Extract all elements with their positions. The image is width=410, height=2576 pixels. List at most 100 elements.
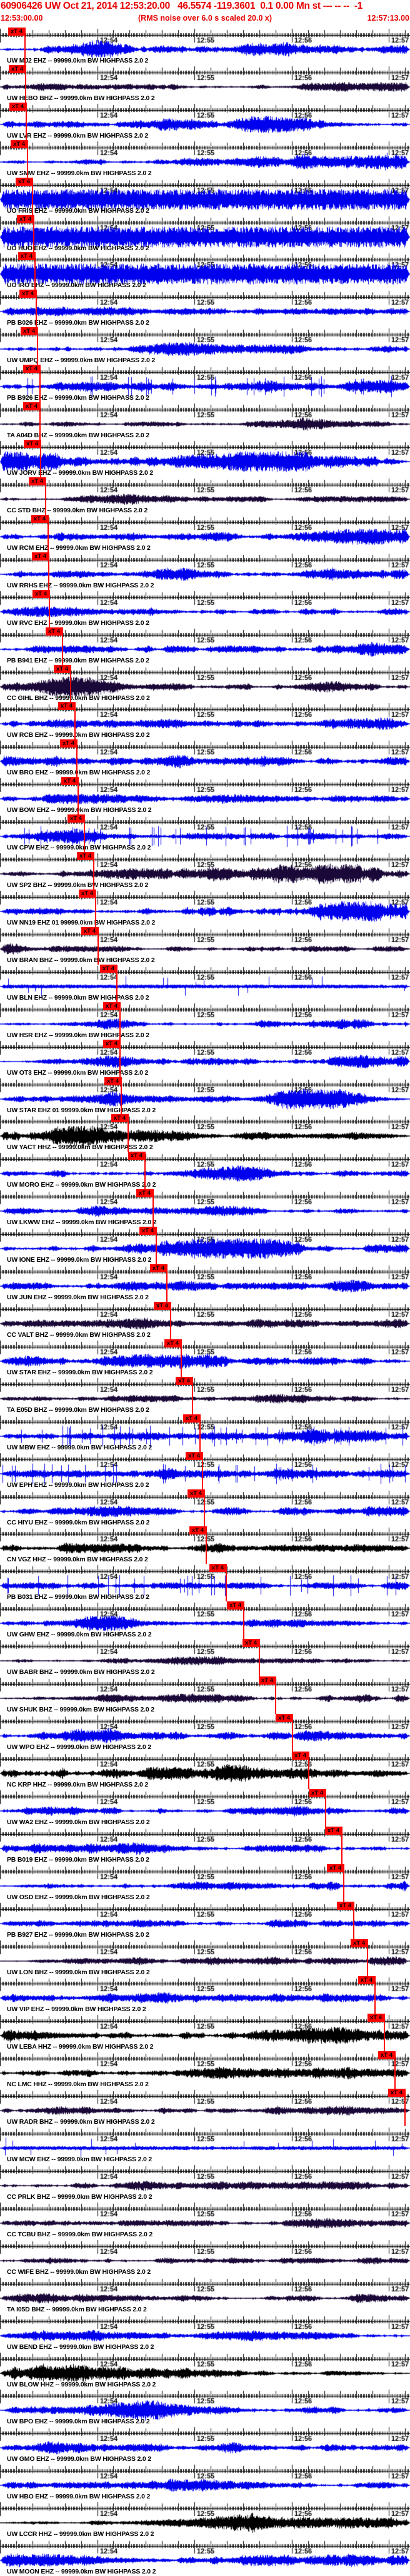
trace-row[interactable]: xT 4 UW OT3 EHZ -- 99999.0km BW HIGHPASS … bbox=[0, 1039, 410, 1077]
pick-flag-badge[interactable]: xT 4 bbox=[164, 1339, 181, 1347]
trace-row[interactable]: xT 4 UW MJ2 EHZ -- 99999.0km BW HIGHPASS … bbox=[0, 28, 410, 65]
pick-flag-badge[interactable]: xT 4 bbox=[24, 440, 41, 449]
pick-flag-badge[interactable]: xT 4 bbox=[79, 889, 96, 898]
pick-flag-badge[interactable]: xT 4 bbox=[8, 28, 25, 36]
pick-flag-badge[interactable]: xT 4 bbox=[16, 177, 32, 186]
pick-flag-badge[interactable]: xT 4 bbox=[325, 1826, 342, 1835]
pick-flag-badge[interactable]: xT 4 bbox=[368, 2014, 384, 2022]
pick-flag-badge[interactable]: xT 4 bbox=[17, 215, 34, 223]
trace-row[interactable]: xT 4 UW SHUK BHZ -- 99999.0km BW HIGHPASS… bbox=[0, 1676, 410, 1715]
pick-flag-badge[interactable]: xT 4 bbox=[139, 1227, 156, 1235]
trace-row[interactable]: UW GMO EHZ -- 99999.0km BW HIGHPASS 2.0 … bbox=[0, 2426, 410, 2464]
trace-row[interactable]: UW MOON EHZ -- 99999.0km BW HIGHPASS 2.0… bbox=[0, 2538, 410, 2576]
pick-flag-badge[interactable]: xT 4 bbox=[11, 139, 28, 148]
trace-row[interactable]: xT 4 PB B026 EHZ -- 99999.0km BW HIGHPASS… bbox=[0, 290, 410, 328]
trace-row[interactable]: TA I05D BHZ -- 99999.0km BW HIGHPASS 2.0… bbox=[0, 2276, 410, 2314]
pick-flag-badge[interactable]: xT 4 bbox=[150, 1264, 167, 1273]
pick-flag-badge[interactable]: xT 4 bbox=[32, 589, 49, 598]
pick-flag-badge[interactable]: xT 4 bbox=[60, 739, 77, 748]
trace-row[interactable]: UW BEND EHZ -- 99999.0km BW HIGHPASS 2.0… bbox=[0, 2313, 410, 2351]
trace-row[interactable]: xT 4 UW STAR EHZ -- 99999.0km BW HIGHPASS… bbox=[0, 1339, 410, 1377]
trace-row[interactable]: UW MCW EHZ -- 99999.0km BW HIGHPASS 2.0 … bbox=[0, 2126, 410, 2164]
trace-row[interactable]: xT 4 PB B927 EHZ -- 99999.0km BW HIGHPASS… bbox=[0, 1901, 410, 1939]
trace-row[interactable]: xT 4 NC KRP HHZ -- 99999.0km BW HIGHPASS … bbox=[0, 1751, 410, 1789]
pick-flag-badge[interactable]: xT 4 bbox=[103, 1001, 120, 1010]
pick-flag-badge[interactable]: xT 4 bbox=[309, 1788, 326, 1797]
pick-flag-badge[interactable]: xT 4 bbox=[209, 1564, 226, 1573]
trace-row[interactable]: xT 4 UW LVR EHZ -- 99999.0km BW HIGHPASS … bbox=[0, 102, 410, 140]
pick-flag-badge[interactable]: xT 4 bbox=[104, 1077, 121, 1085]
trace-row[interactable]: xT 4 CC GIHL BHZ -- 99999.0km BW HIGHPASS… bbox=[0, 664, 410, 702]
trace-row[interactable]: xT 4 UW BRAN BHZ -- 99999.0km BW HIGHPASS… bbox=[0, 926, 410, 965]
pick-flag-badge[interactable]: xT 4 bbox=[227, 1601, 244, 1610]
trace-row[interactable]: xT 4 UW GHW EHZ -- 99999.0km BW HIGHPASS … bbox=[0, 1601, 410, 1640]
trace-row[interactable]: xT 4 UW LKWW EHZ -- 99999.0km BW HIGHPASS… bbox=[0, 1189, 410, 1227]
trace-row[interactable]: xT 4 TA E05D BHZ -- 99999.0km BW HIGHPASS… bbox=[0, 1376, 410, 1414]
trace-row[interactable]: UW HBO EHZ -- 99999.0km BW HIGHPASS 2.0 … bbox=[0, 2463, 410, 2502]
trace-row[interactable]: xT 4 UW UMPQ EHZ -- 99999.0km BW HIGHPASS… bbox=[0, 327, 410, 365]
pick-flag-badge[interactable]: xT 4 bbox=[337, 1901, 354, 1910]
trace-row[interactable]: xT 4 PB B031 EHZ -- 99999.0km BW HIGHPASS… bbox=[0, 1564, 410, 1602]
trace-row[interactable]: CC WIFE BHZ -- 99999.0km BW HIGHPASS 2.0… bbox=[0, 2238, 410, 2276]
trace-row[interactable]: xT 4 PB B019 EHZ -- 99999.0km BW HIGHPASS… bbox=[0, 1826, 410, 1864]
pick-flag-badge[interactable]: xT 4 bbox=[32, 552, 49, 560]
trace-row[interactable]: xT 4 CC HIYU EHZ -- 99999.0km BW HIGHPASS… bbox=[0, 1489, 410, 1527]
trace-row[interactable]: xT 4 UW RCB EHZ -- 99999.0km BW HIGHPASS … bbox=[0, 702, 410, 740]
trace-row[interactable]: xT 4 UW WA2 EHZ -- 99999.0km BW HIGHPASS … bbox=[0, 1788, 410, 1827]
pick-flag-badge[interactable]: xT 4 bbox=[9, 102, 26, 111]
trace-row[interactable]: xT 4 UO IRO EHZ -- 99999.0km BW HIGHPASS … bbox=[0, 252, 410, 290]
pick-flag-badge[interactable]: xT 4 bbox=[276, 1714, 292, 1723]
trace-row[interactable]: xT 4 CC VALT BHZ -- 99999.0km BW HIGHPASS… bbox=[0, 1302, 410, 1339]
trace-row[interactable]: xT 4 UW STAR EHZ 01 99999.0km BW HIGHPASS… bbox=[0, 1077, 410, 1115]
trace-row[interactable]: xT 4 UW MBW EHZ -- 99999.0km BW HIGHPASS … bbox=[0, 1414, 410, 1452]
pick-flag-badge[interactable]: xT 4 bbox=[23, 365, 40, 373]
trace-row[interactable]: xT 4 TA A04D BHZ -- 99999.0km BW HIGHPASS… bbox=[0, 402, 410, 440]
pick-flag-badge[interactable]: xT 4 bbox=[154, 1302, 171, 1310]
trace-row[interactable]: xT 4 UW IONE EHZ -- 99999.0km BW HIGHPASS… bbox=[0, 1227, 410, 1265]
pick-flag-badge[interactable]: xT 4 bbox=[31, 514, 48, 523]
pick-flag-badge[interactable]: xT 4 bbox=[46, 627, 62, 636]
trace-row[interactable]: xT 4 UW BLN EHZ -- 99999.0km BW HIGHPASS … bbox=[0, 964, 410, 1002]
trace-row[interactable]: xT 4 UW YACT HHZ -- 99999.0km BW HIGHPASS… bbox=[0, 1114, 410, 1152]
pick-flag-badge[interactable]: xT 4 bbox=[68, 814, 84, 823]
pick-flag-badge[interactable]: xT 4 bbox=[54, 664, 71, 673]
trace-row[interactable]: xT 4 CN VGZ HHZ -- 99999.0km BW HIGHPASS … bbox=[0, 1526, 410, 1564]
trace-row[interactable]: xT 4 UO HUO EHZ -- 99999.0km BW HIGHPASS … bbox=[0, 215, 410, 253]
pick-flag-badge[interactable]: xT 4 bbox=[388, 2089, 405, 2097]
trace-row[interactable]: xT 4 UO FRIS EHZ -- 99999.0km BW HIGHPASS… bbox=[0, 177, 410, 215]
trace-row[interactable]: xT 4 UW VIP EHZ -- 99999.0km BW HIGHPASS … bbox=[0, 1976, 410, 2014]
pick-flag-badge[interactable]: xT 4 bbox=[19, 290, 36, 298]
pick-flag-badge[interactable]: xT 4 bbox=[136, 1189, 153, 1198]
pick-flag-badge[interactable]: xT 4 bbox=[111, 1114, 128, 1123]
pick-flag-badge[interactable]: xT 4 bbox=[188, 1489, 204, 1498]
trace-row[interactable]: xT 4 UW EPH EHZ -- 99999.0km BW HIGHPASS … bbox=[0, 1451, 410, 1489]
pick-flag-badge[interactable]: xT 4 bbox=[242, 1639, 259, 1648]
trace-row[interactable]: xT 4 UW RCM EHZ -- 99999.0km BW HIGHPASS … bbox=[0, 514, 410, 552]
pick-flag-badge[interactable]: xT 4 bbox=[21, 327, 38, 336]
trace-row[interactable]: xT 4 UW WPO EHZ -- 99999.0km BW HIGHPASS … bbox=[0, 1714, 410, 1752]
trace-row[interactable]: xT 4 UW RVC EHZ -- 99999.0km BW HIGHPASS … bbox=[0, 589, 410, 627]
trace-row[interactable]: xT 4 UW JORV EHZ -- 99999.0km BW HIGHPASS… bbox=[0, 440, 410, 478]
trace-row[interactable]: xT 4 UW RRHS EHZ -- 99999.0km BW HIGHPASS… bbox=[0, 552, 410, 590]
trace-row[interactable]: xT 4 UW SP2 BHZ -- 99999.0km BW HIGHPASS … bbox=[0, 852, 410, 890]
trace-row[interactable]: xT 4 PB B926 EHZ -- 99999.0km BW HIGHPASS… bbox=[0, 365, 410, 403]
pick-flag-badge[interactable]: xT 4 bbox=[29, 477, 46, 485]
trace-row[interactable]: UW LCCR HHZ -- 99999.0km BW HIGHPASS 2.0… bbox=[0, 2501, 410, 2539]
trace-row[interactable]: xT 4 UW BRO EHZ -- 99999.0km BW HIGHPASS … bbox=[0, 739, 410, 778]
trace-row[interactable]: xT 4 UW HSR EHZ -- 99999.0km BW HIGHPASS … bbox=[0, 1001, 410, 1040]
trace-row[interactable]: xT 4 CC STD BHZ -- 99999.0km BW HIGHPASS … bbox=[0, 477, 410, 515]
pick-flag-badge[interactable]: xT 4 bbox=[259, 1676, 276, 1685]
pick-flag-badge[interactable]: xT 4 bbox=[189, 1526, 206, 1535]
trace-row[interactable]: xT 4 UW CPW EHZ -- 99999.0km BW HIGHPASS … bbox=[0, 814, 410, 853]
pick-flag-badge[interactable]: xT 4 bbox=[358, 1976, 375, 1985]
trace-row[interactable]: UW BPO EHZ -- 99999.0km BW HIGHPASS 2.0 … bbox=[0, 2388, 410, 2426]
pick-flag-badge[interactable]: xT 4 bbox=[292, 1751, 309, 1760]
trace-row[interactable]: xT 4 UW NN19 EHZ 01 99999.0km BW HIGHPASS… bbox=[0, 889, 410, 927]
trace-row[interactable]: xT 4 UW BOW EHZ -- 99999.0km BW HIGHPASS … bbox=[0, 777, 410, 815]
pick-flag-badge[interactable]: xT 4 bbox=[18, 252, 35, 261]
trace-row[interactable]: xT 4 UW SMW EHZ -- 99999.0km BW HIGHPASS … bbox=[0, 139, 410, 178]
trace-row[interactable]: CC TCBU BHZ -- 99999.0km BW HIGHPASS 2.0… bbox=[0, 2201, 410, 2239]
trace-row[interactable]: CC PRLK BHZ -- 99999.0km BW HIGHPASS 2.0… bbox=[0, 2163, 410, 2201]
trace-row[interactable]: xT 4 UW HEBO BHZ -- 99999.0km BW HIGHPASS… bbox=[0, 64, 410, 103]
trace-row[interactable]: xT 4 UW JUN EHZ -- 99999.0km BW HIGHPASS … bbox=[0, 1264, 410, 1302]
